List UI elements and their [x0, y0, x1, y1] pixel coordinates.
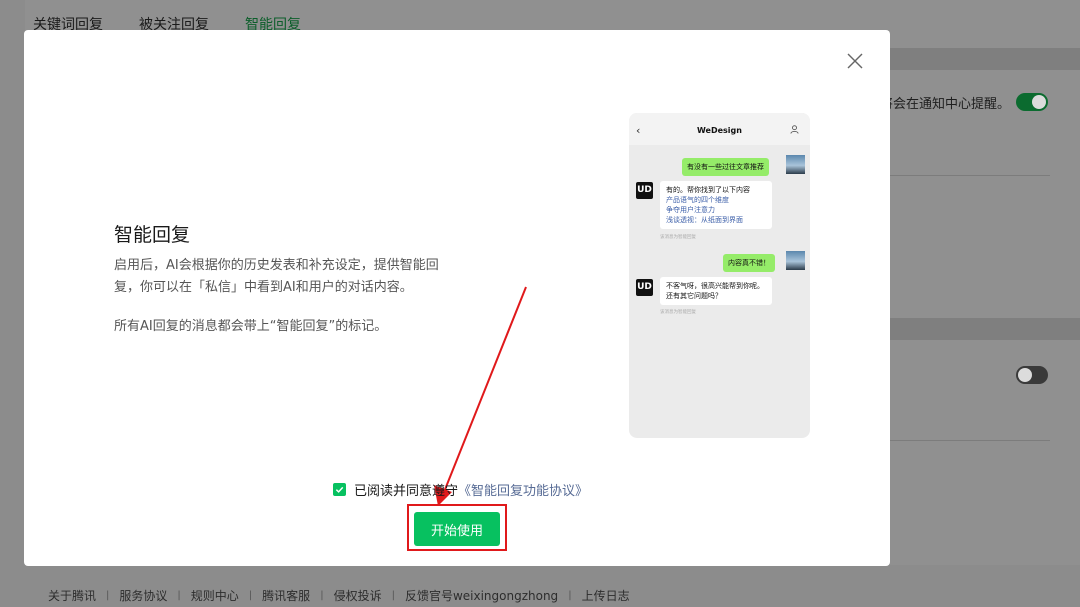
footer-link[interactable]: 服务协议	[119, 587, 167, 604]
setting-toggle[interactable]	[1016, 366, 1048, 384]
background-divider	[890, 48, 1080, 70]
agreement-row: 已阅读并同意遵守 《智能回复功能协议》	[333, 480, 588, 499]
agreement-checkbox[interactable]	[333, 483, 346, 496]
footer-separator: |	[320, 590, 324, 601]
footer-link[interactable]: 规则中心	[191, 587, 239, 604]
footer-separator: |	[106, 590, 110, 601]
toggle-knob	[1018, 368, 1032, 382]
footer-separator: |	[177, 590, 181, 601]
footer-link[interactable]: 关于腾讯	[48, 587, 96, 604]
check-icon	[335, 486, 344, 493]
footer-separator: |	[568, 590, 572, 601]
footer-separator: |	[391, 590, 395, 601]
agreement-link[interactable]: 《智能回复功能协议》	[458, 480, 588, 499]
footer-link[interactable]: 腾讯客服	[262, 587, 310, 604]
footer-link[interactable]: 上传日志	[582, 587, 630, 604]
footer-separator: |	[248, 590, 253, 601]
background-line	[890, 440, 1050, 441]
notification-toggle[interactable]	[1016, 93, 1048, 111]
smart-reply-dialog: 智能回复 启用后，AI会根据你的历史发表和补充设定，提供智能回复，你可以在「私信…	[24, 30, 890, 566]
footer-links: 关于腾讯 | 服务协议 | 规则中心 | 腾讯客服 | 侵权投诉 | 反馈官号weixin…	[48, 587, 630, 604]
background-line	[890, 175, 1050, 176]
background-divider	[890, 318, 1080, 340]
notification-note: 将会在通知中心提醒。	[880, 97, 1011, 112]
start-button[interactable]: 开始使用	[414, 512, 500, 546]
footer-link[interactable]: 侵权投诉	[334, 587, 382, 604]
agreement-text: 已阅读并同意遵守	[354, 484, 459, 499]
toggle-knob	[1032, 95, 1046, 109]
footer-link[interactable]: 反馈官号weixingongzhong	[405, 587, 558, 604]
